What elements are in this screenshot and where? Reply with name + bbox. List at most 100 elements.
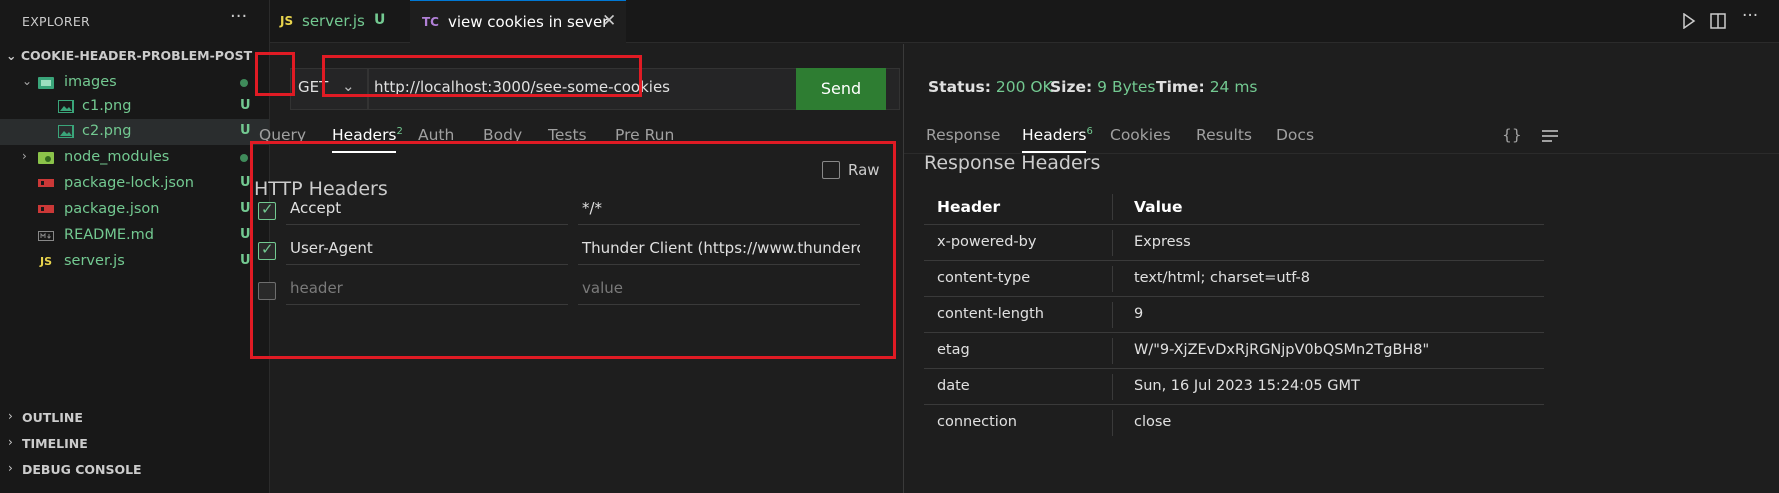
untracked-badge: U — [240, 98, 251, 113]
section-timeline[interactable]: › TIMELINE — [0, 431, 269, 457]
markdown-icon — [38, 231, 54, 241]
tree-item-label: server.js — [64, 253, 125, 269]
table-row: content-length 9 — [924, 297, 1544, 333]
tree-folder-node-modules[interactable]: › node_modules — [0, 145, 269, 171]
table-row: connection close — [924, 405, 1544, 441]
header-name-input[interactable]: User-Agent — [286, 235, 568, 265]
explorer-sidebar: EXPLORER ··· ⌄ COOKIE-HEADER-PROBLEM-POS… — [0, 0, 270, 493]
response-time: Time: 24 ms — [1156, 78, 1258, 96]
header-value-placeholder[interactable]: value — [578, 275, 860, 305]
node-folder-icon — [38, 152, 54, 164]
untracked-badge: U — [374, 12, 386, 28]
more-actions-icon[interactable]: ··· — [1742, 6, 1758, 26]
send-button[interactable]: Send — [796, 68, 886, 110]
menu-icon[interactable] — [1542, 130, 1558, 142]
header-name: connection — [937, 414, 1017, 430]
size-label: Size: — [1050, 78, 1093, 96]
braces-icon[interactable]: {} — [1502, 126, 1522, 144]
response-headers-title: Response Headers — [924, 152, 1101, 174]
close-icon[interactable]: ✕ — [602, 11, 616, 31]
run-icon[interactable] — [1682, 13, 1696, 29]
tab-cookies[interactable]: Cookies — [1110, 126, 1171, 144]
workspace-root-folder[interactable]: ⌄ COOKIE-HEADER-PROBLEM-POST — [6, 48, 252, 63]
tree-file-package-lock[interactable]: package-lock.json U — [0, 171, 269, 197]
header-value: Sun, 16 Jul 2023 15:24:05 GMT — [1134, 378, 1360, 394]
header-name-placeholder[interactable]: header — [286, 275, 568, 305]
header-value: text/html; charset=utf-8 — [1134, 270, 1310, 286]
tab-results[interactable]: Results — [1196, 126, 1252, 144]
header-value-input[interactable]: Thunder Client (https://www.thunderclien… — [578, 235, 860, 265]
tab-view-cookies[interactable]: TC view cookies in sever ✕ — [410, 0, 626, 43]
chevron-down-icon: ⌄ — [6, 48, 21, 63]
section-outline[interactable]: › OUTLINE — [0, 405, 269, 431]
raw-checkbox[interactable] — [822, 161, 840, 179]
column-header: Header — [937, 198, 1001, 216]
header-enabled-checkbox[interactable]: ✓ — [258, 240, 276, 260]
tree-item-label: c1.png — [82, 98, 132, 114]
section-label: TIMELINE — [22, 436, 88, 451]
tree-item-label: c2.png — [82, 123, 132, 139]
untracked-badge: U — [240, 123, 251, 138]
javascript-icon: JS — [280, 14, 294, 28]
section-label: OUTLINE — [22, 410, 83, 425]
tab-response-headers[interactable]: Headers6 — [1022, 126, 1093, 144]
tree-item-label: node_modules — [64, 149, 170, 165]
tree-item-label: README.md — [64, 227, 154, 243]
highlight-box-method — [255, 52, 295, 96]
untracked-badge: U — [240, 201, 251, 216]
untracked-badge: U — [240, 227, 251, 242]
status-label: Status: — [928, 78, 991, 96]
tab-docs[interactable]: Docs — [1276, 126, 1314, 144]
header-enabled-checkbox[interactable] — [258, 282, 276, 300]
response-status: Status: 200 OK — [928, 78, 1053, 96]
header-name-input[interactable]: Accept — [286, 195, 568, 225]
tab-count: 6 — [1086, 126, 1093, 137]
tab-server-js[interactable]: JS server.js U — [270, 0, 410, 43]
column-divider — [1112, 194, 1113, 220]
column-divider — [1112, 230, 1113, 256]
header-name: x-powered-by — [937, 234, 1037, 250]
header-name: content-type — [937, 270, 1031, 286]
section-debug-console[interactable]: › DEBUG CONSOLE — [0, 457, 269, 483]
column-divider — [1112, 410, 1113, 436]
header-name: etag — [937, 342, 970, 358]
workspace-root-label: COOKIE-HEADER-PROBLEM-POST — [20, 48, 253, 63]
tree-item-label: package.json — [64, 201, 160, 217]
tree-file-package-json[interactable]: package.json U — [0, 197, 269, 223]
thunder-client-icon: TC — [422, 15, 439, 29]
tab-response[interactable]: Response — [926, 126, 1000, 144]
editor-tab-bar: JS server.js U TC view cookies in sever … — [270, 0, 1779, 43]
modified-dot-icon — [240, 79, 248, 87]
chevron-right-icon: › — [22, 149, 27, 163]
table-row: etag W/"9-XjZEvDxRjRGNjpV0bQSMn2TgBH8" — [924, 333, 1544, 369]
tab-label: server.js — [302, 12, 365, 30]
chevron-down-icon: ⌄ — [22, 74, 33, 88]
column-divider — [1112, 266, 1113, 292]
header-value: 9 — [1134, 306, 1144, 322]
raw-label: Raw — [848, 161, 880, 179]
status-value: 200 OK — [995, 78, 1053, 96]
more-actions-icon[interactable]: ··· — [230, 6, 247, 27]
check-icon: ✓ — [261, 240, 274, 258]
untracked-badge: U — [240, 175, 251, 190]
tree-file-server-js[interactable]: JS server.js U — [0, 249, 269, 275]
header-value-input[interactable]: */* — [578, 195, 860, 225]
tree-file-c1-png[interactable]: c1.png U — [0, 94, 269, 120]
chevron-right-icon: › — [8, 435, 13, 449]
tree-file-readme[interactable]: README.md U — [0, 223, 269, 249]
explorer-title: EXPLORER — [22, 14, 91, 29]
tree-folder-images[interactable]: ⌄ images — [0, 70, 269, 96]
javascript-icon: JS — [40, 255, 53, 268]
tree-item-label: images — [64, 74, 117, 90]
time-label: Time: — [1156, 78, 1205, 96]
tree-file-c2-png[interactable]: c2.png U — [0, 119, 269, 145]
header-value: W/"9-XjZEvDxRjRGNjpV0bQSMn2TgBH8" — [1134, 342, 1430, 358]
column-divider — [1112, 374, 1113, 400]
section-label: DEBUG CONSOLE — [22, 462, 142, 477]
header-enabled-checkbox[interactable]: ✓ — [258, 200, 276, 220]
column-divider — [1112, 338, 1113, 364]
split-editor-icon[interactable] — [1710, 13, 1726, 29]
table-row: content-type text/html; charset=utf-8 — [924, 261, 1544, 297]
tab-label: view cookies in sever — [448, 13, 609, 31]
chevron-right-icon: › — [8, 409, 13, 423]
